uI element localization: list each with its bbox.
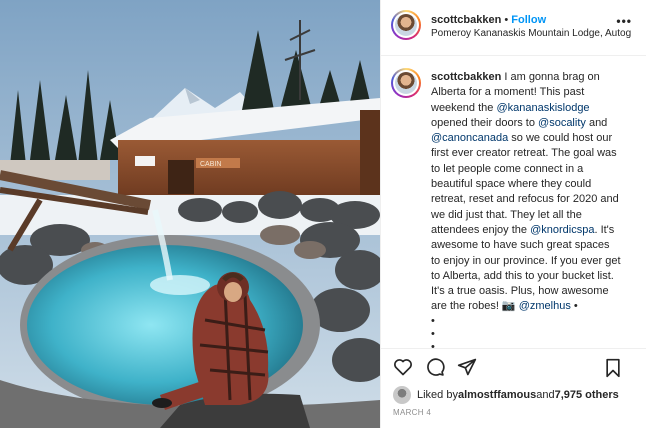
action-bar [381,348,646,384]
share-icon[interactable] [457,357,477,377]
bookmark-icon[interactable] [604,358,622,378]
avatar-image [395,72,417,94]
caption-text: and [585,116,608,129]
mention-link[interactable]: @kananaskislodge [496,102,589,114]
location-link[interactable]: Pomeroy Kananaskis Mountain Lodge, Autog… [431,27,631,41]
author-avatar[interactable] [391,10,421,40]
post-photo[interactable]: CABIN [0,0,380,428]
caption-username[interactable]: scottcbakken [431,71,501,83]
post-date[interactable]: MARCH 4 [381,406,646,428]
caption-bullets: • • • [431,315,621,348]
separator-dot: • [504,14,509,26]
post-caption: scottcbakken I am gonna brag on Alberta … [431,70,621,348]
caption-text: so we could host our first ever creator … [431,132,619,236]
comment-icon[interactable] [425,357,445,377]
mention-link[interactable]: @zmelhus [519,300,571,312]
likes-count[interactable]: 7,975 others [555,389,619,401]
heart-icon[interactable] [393,357,413,377]
likes-prefix: Liked by [417,389,458,401]
mention-link[interactable]: @socality [538,117,586,129]
post-sidebar: scottcbakken • Follow Pomeroy Kananaskis… [380,0,646,428]
ellipsis-icon[interactable]: ••• [616,14,632,28]
likes-summary: Liked by almostffamous and 7,975 others [381,384,646,406]
comments-area: scottcbakken I am gonna brag on Alberta … [381,56,646,348]
cabin-sign: CABIN [200,161,221,168]
liker-username[interactable]: almostffamous [458,389,536,401]
likes-middle: and [536,389,555,401]
follow-button[interactable]: Follow [511,14,546,26]
caption-text: opened their doors to [431,116,539,129]
mention-link[interactable]: @canoncanada [431,132,508,144]
caption-text: • [570,300,578,313]
liker-avatar[interactable] [393,386,411,404]
bullet: • [431,340,435,348]
bullet: • [431,314,435,327]
post-header: scottcbakken • Follow Pomeroy Kananaskis… [381,0,646,56]
author-info: scottcbakken • Follow Pomeroy Kananaskis… [431,13,631,41]
caption-author-avatar[interactable] [391,68,421,98]
instagram-post: CABIN scottcbakken • Follow Pomeroy Kana… [0,0,646,428]
avatar-image [395,14,417,36]
mention-link[interactable]: @knordicspa [530,224,594,236]
author-username[interactable]: scottcbakken [431,14,501,26]
spa-photo-illustration: CABIN [0,0,380,428]
bullet: • [431,327,435,340]
